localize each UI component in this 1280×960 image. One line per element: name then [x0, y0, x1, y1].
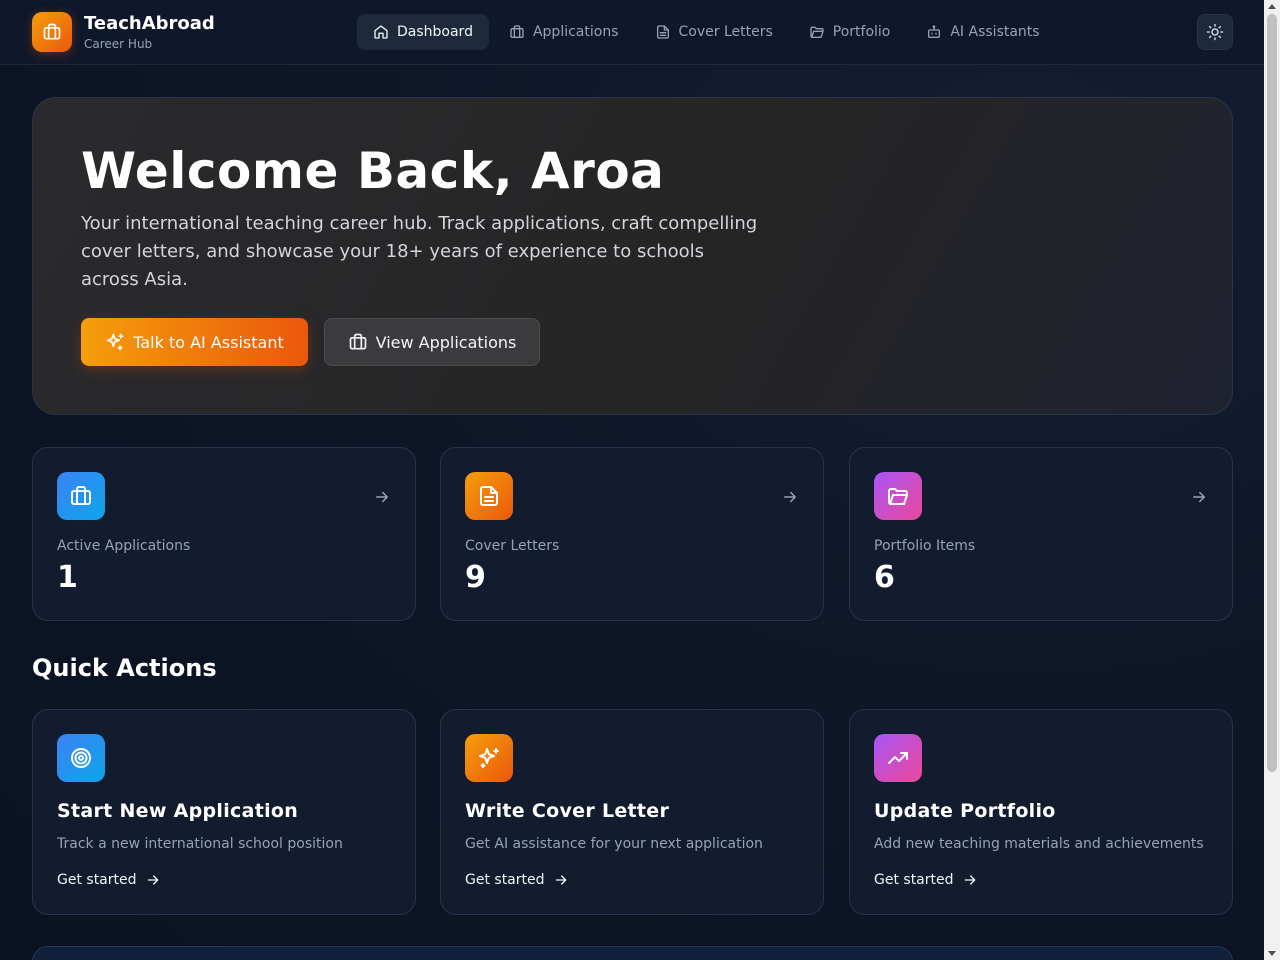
trending-up-icon — [874, 734, 922, 782]
quick-action-title: Update Portfolio — [874, 800, 1056, 822]
brand-name: TeachAbroad — [84, 12, 215, 34]
stat-card-active-applications[interactable]: Active Applications 1 — [32, 447, 416, 621]
link-label: Get started — [874, 872, 954, 888]
scroll-down-icon[interactable] — [1268, 951, 1276, 956]
sparkles-icon — [106, 333, 124, 351]
get-started-link[interactable]: Get started — [874, 872, 978, 888]
sparkles-icon — [465, 734, 513, 782]
stat-label: Portfolio Items — [874, 538, 976, 554]
link-label: Get started — [465, 872, 545, 888]
stat-value: 1 — [57, 560, 78, 595]
button-label: View Applications — [375, 332, 517, 352]
scroll-up-icon[interactable] — [1268, 4, 1276, 9]
link-label: Get started — [57, 872, 137, 888]
folder-open-icon — [810, 26, 824, 38]
target-icon — [57, 734, 105, 782]
hero-description: Your international teaching career hub. … — [81, 213, 758, 290]
quick-action-description: Track a new international school positio… — [57, 836, 343, 852]
stat-value: 6 — [874, 560, 895, 595]
briefcase-icon — [57, 472, 105, 520]
stat-card-portfolio-items[interactable]: Portfolio Items 6 — [849, 447, 1233, 621]
quick-action-description: Add new teaching materials and achieveme… — [874, 836, 1204, 852]
nav-item-applications[interactable]: Applications — [493, 14, 635, 50]
quick-action-update-portfolio[interactable]: Update Portfolio Add new teaching materi… — [849, 709, 1233, 915]
nav-item-cover-letters[interactable]: Cover Letters — [639, 14, 789, 50]
document-icon — [656, 25, 669, 39]
brand-subtitle: Career Hub — [84, 36, 153, 51]
home-icon — [374, 25, 388, 39]
page-title: Welcome Back, Aroa — [81, 142, 665, 200]
arrow-right-icon — [964, 875, 975, 885]
arrow-right-icon — [555, 875, 566, 885]
briefcase-icon — [32, 12, 72, 52]
arrow-right-icon[interactable] — [373, 488, 391, 506]
nav-item-label: Dashboard — [397, 24, 473, 40]
view-applications-button[interactable]: View Applications — [324, 318, 540, 366]
get-started-link[interactable]: Get started — [57, 872, 161, 888]
arrow-right-icon[interactable] — [1190, 488, 1208, 506]
talk-to-ai-assistant-button[interactable]: Talk to AI Assistant — [81, 318, 308, 366]
button-label: Talk to AI Assistant — [133, 332, 284, 352]
stat-label: Active Applications — [57, 538, 191, 554]
nav-item-label: Applications — [532, 24, 619, 40]
quick-action-write-cover-letter[interactable]: Write Cover Letter Get AI assistance for… — [440, 709, 824, 915]
briefcase-icon — [510, 25, 524, 38]
welcome-hero: Welcome Back, Aroa Your international te… — [32, 97, 1233, 415]
main-nav: Dashboard Applications Cover Letters Por… — [357, 14, 1060, 50]
quick-action-description: Get AI assistance for your next applicat… — [465, 836, 763, 852]
page-scrollbar[interactable] — [1264, 0, 1280, 960]
nav-item-ai-assistants[interactable]: AI Assistants — [910, 14, 1055, 50]
quick-action-title: Start New Application — [57, 800, 299, 822]
arrow-right-icon[interactable] — [781, 488, 799, 506]
nav-item-label: Cover Letters — [678, 24, 773, 40]
folder-open-icon — [874, 472, 922, 520]
nav-item-dashboard[interactable]: Dashboard — [357, 14, 489, 50]
brand[interactable]: TeachAbroad Career Hub — [32, 12, 215, 52]
stat-card-cover-letters[interactable]: Cover Letters 9 — [440, 447, 824, 621]
quick-action-title: Write Cover Letter — [465, 800, 670, 822]
theme-toggle-button[interactable] — [1197, 14, 1233, 50]
sun-icon — [1206, 23, 1224, 41]
top-navigation-bar: TeachAbroad Career Hub Dashboard Applica… — [0, 0, 1264, 65]
stat-value: 9 — [465, 560, 486, 595]
get-started-link[interactable]: Get started — [465, 872, 569, 888]
arrow-right-icon — [147, 875, 158, 885]
briefcase-icon — [349, 333, 366, 350]
nav-item-label: AI Assistants — [950, 24, 1040, 40]
quick-action-start-new-application[interactable]: Start New Application Track a new intern… — [32, 709, 416, 915]
nav-item-portfolio[interactable]: Portfolio — [793, 14, 907, 50]
bot-icon — [928, 25, 941, 38]
nav-item-label: Portfolio — [832, 24, 891, 40]
quick-actions-title: Quick Actions — [32, 654, 217, 682]
next-section-card — [32, 946, 1233, 960]
scrollbar-thumb[interactable] — [1267, 14, 1277, 772]
document-icon — [465, 472, 513, 520]
stat-label: Cover Letters — [465, 538, 560, 554]
